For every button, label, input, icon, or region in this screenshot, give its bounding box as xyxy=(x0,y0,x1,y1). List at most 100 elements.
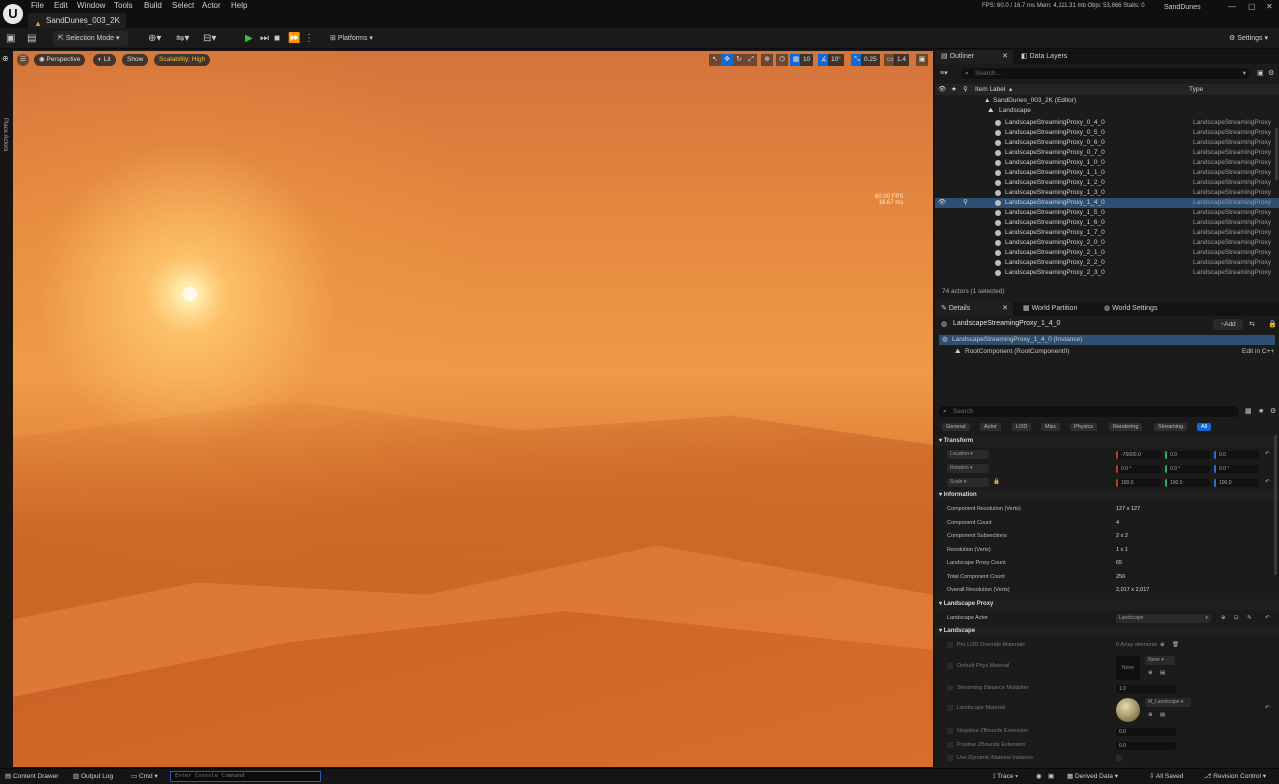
world-local-icon[interactable]: ⊕ xyxy=(761,54,773,66)
add-folder-icon[interactable]: ▣ xyxy=(1257,69,1264,77)
actor-name[interactable]: LandscapeStreamingProxy_1_4_0 xyxy=(953,320,1060,327)
filter-all[interactable]: All xyxy=(1197,423,1212,431)
scale-snap-value[interactable]: 0.25 xyxy=(861,54,880,66)
checkbox[interactable] xyxy=(947,742,953,748)
menu-actor[interactable]: Actor xyxy=(202,1,221,10)
details-settings-icon[interactable]: ⚙ xyxy=(1270,407,1276,415)
item-label-header[interactable]: Item Label xyxy=(975,84,1005,95)
outliner-scrollbar[interactable] xyxy=(1275,128,1278,180)
tab-details[interactable]: ✎ Details ✕ xyxy=(935,302,1013,316)
rotate-tool-icon[interactable]: ↻ xyxy=(733,54,745,66)
grid-snap-value[interactable]: 10 xyxy=(800,54,814,66)
pos-zbounds-field[interactable]: 0.0 xyxy=(1116,742,1176,750)
details-search-input[interactable]: ⌕ Search xyxy=(939,406,1239,417)
settings-dropdown[interactable]: ⚙ Settings ▾ xyxy=(1224,31,1276,46)
scale-y-field[interactable]: 100.0 xyxy=(1165,479,1210,487)
neg-zbounds-field[interactable]: 0.0 xyxy=(1116,728,1176,736)
rotation-x-field[interactable]: 0.0 ° xyxy=(1116,465,1161,473)
play-options-icon[interactable]: ⋮ xyxy=(304,31,314,46)
list-item-selected[interactable]: 👁 ⚲ LandscapeStreamingProxy_1_4_0 Landscape… xyxy=(935,198,1279,208)
perspective-button[interactable]: ◉ Perspective xyxy=(34,54,86,66)
console-command-input[interactable]: Enter Console Command xyxy=(170,771,321,782)
minimize-icon[interactable]: — xyxy=(1228,2,1236,11)
scalability-button[interactable]: Scalability: High xyxy=(154,54,211,66)
scale-z-field[interactable]: 100.0 xyxy=(1214,479,1259,487)
play-icon[interactable]: ▶ xyxy=(245,31,253,46)
filter-icon[interactable]: ≡▾ xyxy=(940,69,948,77)
checkbox[interactable] xyxy=(947,663,953,669)
folder-icon[interactable]: ▤ xyxy=(1160,709,1165,722)
landscape-section[interactable]: ▾ Landscape xyxy=(935,626,1279,637)
streaming-distance-field[interactable]: 1.0 xyxy=(1116,685,1176,693)
add-content-icon[interactable]: ⊕▾ xyxy=(148,31,161,46)
add-component-button[interactable]: +Add xyxy=(1213,319,1243,330)
maximize-icon[interactable]: ▢ xyxy=(1248,2,1256,11)
level-viewport[interactable]: ☰ ◉ Perspective ◐ Lit Show Scalability: … xyxy=(13,51,933,767)
material-sphere-thumbnail[interactable] xyxy=(1116,698,1140,722)
filter-streaming[interactable]: Streaming xyxy=(1154,423,1188,431)
checkbox[interactable] xyxy=(947,642,953,648)
step-icon[interactable]: ⏭ xyxy=(260,31,269,46)
revision-control-dropdown[interactable]: ⎇ Revision Control ▾ xyxy=(1204,772,1266,782)
browse-asset-icon[interactable]: ⊕ xyxy=(1148,709,1153,722)
rotation-snap-value[interactable]: 10° xyxy=(828,54,844,66)
component-instance-row[interactable]: ◍ LandscapeStreamingProxy_1_4_0 (Instanc… xyxy=(939,335,1275,345)
list-item[interactable]: LandscapeStreamingProxy_1_7_0 LandscapeSt… xyxy=(935,228,1279,238)
outliner-settings-icon[interactable]: ⚙ xyxy=(1268,69,1274,77)
close-window-icon[interactable]: ✕ xyxy=(1266,2,1273,11)
list-item[interactable]: LandscapeStreamingProxy_1_6_0 LandscapeSt… xyxy=(935,218,1279,228)
scale-tool-icon[interactable]: ⤢ xyxy=(745,54,757,66)
trace-dropdown[interactable]: ⟟ Trace ▾ xyxy=(993,772,1018,782)
reset-material-icon[interactable]: ↶ xyxy=(1265,702,1270,715)
list-item[interactable]: LandscapeStreamingProxy_0_7_0 LandscapeSt… xyxy=(935,148,1279,158)
scale-lock-icon[interactable]: 🔒 xyxy=(993,476,1000,489)
content-browser-icon[interactable]: ▤ xyxy=(27,31,36,46)
filter-actor[interactable]: Actor xyxy=(980,423,1001,431)
list-item[interactable]: LandscapeStreamingProxy_0_6_0 LandscapeSt… xyxy=(935,138,1279,148)
blueprint-convert-icon[interactable]: ⇆ xyxy=(1249,320,1255,328)
list-item[interactable]: LandscapeStreamingProxy_0_5_0 LandscapeSt… xyxy=(935,128,1279,138)
checkbox[interactable] xyxy=(947,755,953,761)
menu-help[interactable]: Help xyxy=(231,1,247,10)
list-item[interactable]: LandscapeStreamingProxy_1_3_0 LandscapeSt… xyxy=(935,188,1279,198)
place-actors-icon[interactable]: ⊕ xyxy=(2,54,9,63)
show-button[interactable]: Show xyxy=(122,54,149,66)
favorites-star-icon[interactable]: ★ xyxy=(1258,407,1264,415)
landscape-proxy-section[interactable]: ▾ Landscape Proxy xyxy=(935,599,1279,610)
location-dropdown[interactable]: Location ▾ xyxy=(947,450,989,459)
reset-location-icon[interactable]: ↶ xyxy=(1265,448,1270,461)
list-item[interactable]: LandscapeStreamingProxy_1_5_0 LandscapeSt… xyxy=(935,208,1279,218)
tab-outliner[interactable]: ▤ Outliner ✕ xyxy=(935,50,1013,64)
details-scrollbar[interactable] xyxy=(1274,435,1277,575)
scale-x-field[interactable]: 100.0 xyxy=(1116,479,1161,487)
pin-icon[interactable]: ⚲ xyxy=(963,198,968,208)
list-item[interactable]: LandscapeStreamingProxy_2_0_0 LandscapeSt… xyxy=(935,238,1279,248)
landscape-actor-dropdown[interactable]: Landscape ▾ xyxy=(1116,614,1211,623)
location-z-field[interactable]: 0.0 xyxy=(1214,451,1259,459)
level-tab[interactable]: ▲ SandDunes_003_2K xyxy=(28,13,126,28)
folder-icon[interactable]: ▤ xyxy=(1160,667,1165,680)
information-section[interactable]: ▾ Information xyxy=(935,490,1279,501)
output-log-button[interactable]: ▥ Output Log xyxy=(73,772,113,782)
list-item[interactable]: LandscapeStreamingProxy_2_2_0 LandscapeSt… xyxy=(935,258,1279,268)
rotation-z-field[interactable]: 0.0 ° xyxy=(1214,465,1259,473)
use-selected-icon[interactable]: ⊡ xyxy=(1234,612,1239,625)
transform-section[interactable]: ▾ Transform xyxy=(935,436,1279,447)
dynamic-material-checkbox[interactable] xyxy=(1116,755,1122,761)
camera-speed-value[interactable]: 1.4 xyxy=(894,54,910,66)
checkbox[interactable] xyxy=(947,705,953,711)
list-item[interactable]: LandscapeStreamingProxy_1_2_0 LandscapeSt… xyxy=(935,178,1279,188)
stop-icon[interactable]: ■ xyxy=(274,31,280,46)
selection-mode-dropdown[interactable]: ⇱ Selection Mode ▾ xyxy=(53,31,128,46)
reset-actor-icon[interactable]: ↶ xyxy=(1265,612,1270,625)
visibility-eye-icon[interactable]: 👁 xyxy=(938,198,946,208)
record-icon[interactable]: ◉ xyxy=(1036,772,1042,782)
viewport-menu-icon[interactable]: ☰ xyxy=(17,54,29,66)
menu-tools[interactable]: Tools xyxy=(114,1,133,10)
reset-scale-icon[interactable]: ↶ xyxy=(1265,476,1270,489)
derived-data-dropdown[interactable]: ▦ Derived Data ▾ xyxy=(1067,772,1118,782)
filter-physics[interactable]: Physics xyxy=(1070,423,1097,431)
phys-dropdown[interactable]: None ▾ xyxy=(1145,656,1175,665)
outliner-landscape-row[interactable]: ⛰ Landscape xyxy=(935,106,1279,116)
property-matrix-icon[interactable]: ▦ xyxy=(1245,407,1252,415)
